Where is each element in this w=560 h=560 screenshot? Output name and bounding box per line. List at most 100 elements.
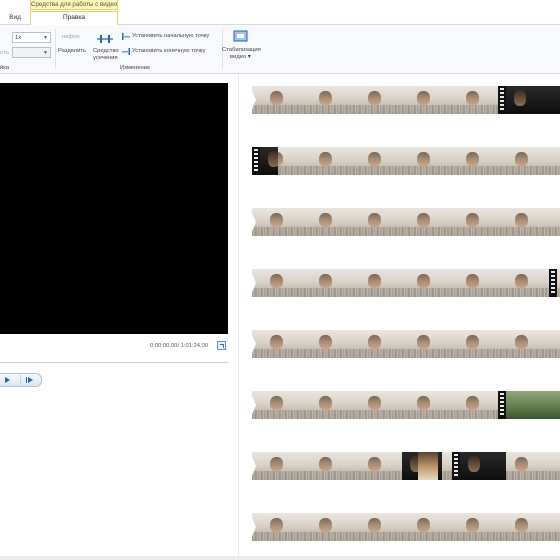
pane-splitter[interactable] bbox=[238, 75, 239, 560]
ribbon-edit-panel: 1x ▼ стъ ▼ йка нефон Разделить Средство … bbox=[0, 25, 560, 74]
clip-thumbnail[interactable] bbox=[546, 330, 560, 358]
clip-thumbnail[interactable] bbox=[301, 391, 351, 419]
tab-view[interactable]: Вид bbox=[6, 12, 24, 24]
video-preview[interactable] bbox=[0, 83, 228, 334]
clip-thumbnail[interactable] bbox=[448, 147, 498, 175]
trim-tool-icon bbox=[97, 35, 113, 43]
thumbnail-subject bbox=[468, 456, 480, 472]
clip-thumbnail[interactable] bbox=[506, 391, 560, 419]
trim-tool-button-line1[interactable]: Средство bbox=[93, 48, 119, 55]
seek-bar[interactable] bbox=[0, 362, 228, 363]
clip-thumbnail[interactable] bbox=[350, 208, 400, 236]
clip-thumbnail[interactable] bbox=[301, 86, 351, 114]
clip-thumbnail[interactable] bbox=[399, 86, 449, 114]
play-icon[interactable] bbox=[5, 377, 10, 383]
clip-thumbnail[interactable] bbox=[497, 269, 547, 297]
clip-thumbnail[interactable] bbox=[546, 452, 560, 480]
clip-thumbnail[interactable] bbox=[350, 391, 400, 419]
clip-thumbnail[interactable] bbox=[350, 86, 400, 114]
clip-thumbnail[interactable] bbox=[252, 269, 302, 297]
video-tools-context-band: Средства для работы с видео bbox=[30, 0, 118, 10]
clip-thumbnail[interactable] bbox=[350, 147, 400, 175]
clip-thumbnail[interactable] bbox=[448, 86, 498, 114]
speed-select[interactable]: 1x ▼ bbox=[12, 32, 51, 43]
clip-thumbnail[interactable] bbox=[252, 391, 302, 419]
status-bar bbox=[0, 556, 560, 560]
clip-thumbnail[interactable] bbox=[497, 513, 547, 541]
storyboard-clip-row[interactable] bbox=[252, 330, 560, 358]
group-label-edit: Изменение bbox=[120, 65, 151, 71]
film-strip-edge-icon bbox=[498, 391, 506, 419]
storyboard-clip-row[interactable] bbox=[252, 86, 560, 114]
clip-thumbnail[interactable] bbox=[301, 269, 351, 297]
tab-edit[interactable]: Правка bbox=[30, 11, 118, 26]
clip-thumbnail[interactable] bbox=[252, 513, 302, 541]
clip-thumbnail[interactable] bbox=[448, 330, 498, 358]
split-button[interactable]: Разделить bbox=[58, 48, 86, 55]
thumbnail-subject bbox=[268, 151, 278, 167]
clip-thumbnail[interactable] bbox=[546, 513, 560, 541]
clip-start-marker bbox=[252, 269, 256, 297]
chevron-down-icon: ▼ bbox=[43, 35, 48, 41]
playback-separator bbox=[20, 375, 21, 385]
speed-value: 1x bbox=[15, 35, 22, 41]
film-strip-edge-icon bbox=[252, 147, 260, 175]
clip-thumbnail[interactable] bbox=[399, 208, 449, 236]
clip-thumbnail[interactable] bbox=[418, 452, 438, 480]
clip-thumbnail[interactable] bbox=[252, 208, 302, 236]
clip-thumbnail[interactable] bbox=[399, 147, 449, 175]
set-end-point-button[interactable]: Установить конечную точку bbox=[132, 48, 205, 55]
clip-thumbnail[interactable] bbox=[497, 330, 547, 358]
stabilization-icon bbox=[233, 30, 248, 42]
stabilization-button-line2[interactable]: видео ▾ bbox=[230, 54, 251, 61]
clip-thumbnail[interactable] bbox=[350, 330, 400, 358]
clip-thumbnail[interactable] bbox=[399, 330, 449, 358]
clip-thumbnail[interactable] bbox=[546, 147, 560, 175]
clip-thumbnail[interactable] bbox=[252, 330, 302, 358]
clip-thumbnail[interactable] bbox=[252, 452, 302, 480]
clip-thumbnail[interactable] bbox=[350, 452, 400, 480]
clip-thumbnail[interactable] bbox=[506, 86, 560, 114]
clip-start-marker bbox=[252, 452, 256, 480]
storyboard-clip-row[interactable] bbox=[252, 208, 560, 236]
clip-thumbnail[interactable] bbox=[301, 147, 351, 175]
clip-thumbnail[interactable] bbox=[448, 513, 498, 541]
clip-thumbnail[interactable] bbox=[301, 208, 351, 236]
clip-thumbnail[interactable] bbox=[399, 269, 449, 297]
stabilization-button-line1[interactable]: Стабилизация bbox=[222, 47, 261, 54]
trim-tool-button-line2[interactable]: усечения bbox=[93, 55, 118, 62]
set-start-icon bbox=[122, 33, 130, 40]
set-start-point-button[interactable]: Установить начальную точку bbox=[132, 33, 209, 40]
duration-select[interactable]: ▼ bbox=[12, 47, 51, 58]
clip-thumbnail[interactable] bbox=[301, 452, 351, 480]
thumbnail-subject bbox=[514, 90, 526, 106]
storyboard-clip-row[interactable] bbox=[252, 269, 560, 297]
clip-thumbnail[interactable] bbox=[497, 208, 547, 236]
set-end-icon bbox=[122, 48, 130, 55]
film-strip-edge-icon bbox=[549, 269, 557, 297]
clip-thumbnail[interactable] bbox=[301, 513, 351, 541]
clip-thumbnail[interactable] bbox=[350, 513, 400, 541]
group-label-adjust: йка bbox=[0, 65, 10, 71]
clip-thumbnail[interactable] bbox=[252, 86, 302, 114]
clip-start-marker bbox=[252, 513, 256, 541]
clip-thumbnail[interactable] bbox=[350, 269, 400, 297]
fullscreen-icon[interactable] bbox=[217, 341, 226, 350]
next-frame-icon[interactable] bbox=[26, 377, 35, 383]
duration-label: стъ bbox=[0, 50, 10, 56]
storyboard-clip-row[interactable] bbox=[252, 147, 560, 175]
clip-thumbnail[interactable] bbox=[448, 208, 498, 236]
clip-thumbnail[interactable] bbox=[399, 391, 449, 419]
clip-thumbnail[interactable] bbox=[460, 452, 506, 480]
clip-thumbnail[interactable] bbox=[301, 330, 351, 358]
clip-start-marker bbox=[252, 208, 256, 236]
clip-thumbnail[interactable] bbox=[399, 513, 449, 541]
clip-thumbnail[interactable] bbox=[546, 208, 560, 236]
clip-thumbnail[interactable] bbox=[497, 147, 547, 175]
clip-thumbnail[interactable] bbox=[448, 391, 498, 419]
storyboard-clip-row[interactable] bbox=[252, 513, 560, 541]
clip-thumbnail[interactable] bbox=[260, 147, 278, 175]
clip-thumbnail[interactable] bbox=[448, 269, 498, 297]
storyboard-clip-row[interactable] bbox=[252, 391, 560, 419]
storyboard-clip-row[interactable] bbox=[252, 452, 560, 480]
